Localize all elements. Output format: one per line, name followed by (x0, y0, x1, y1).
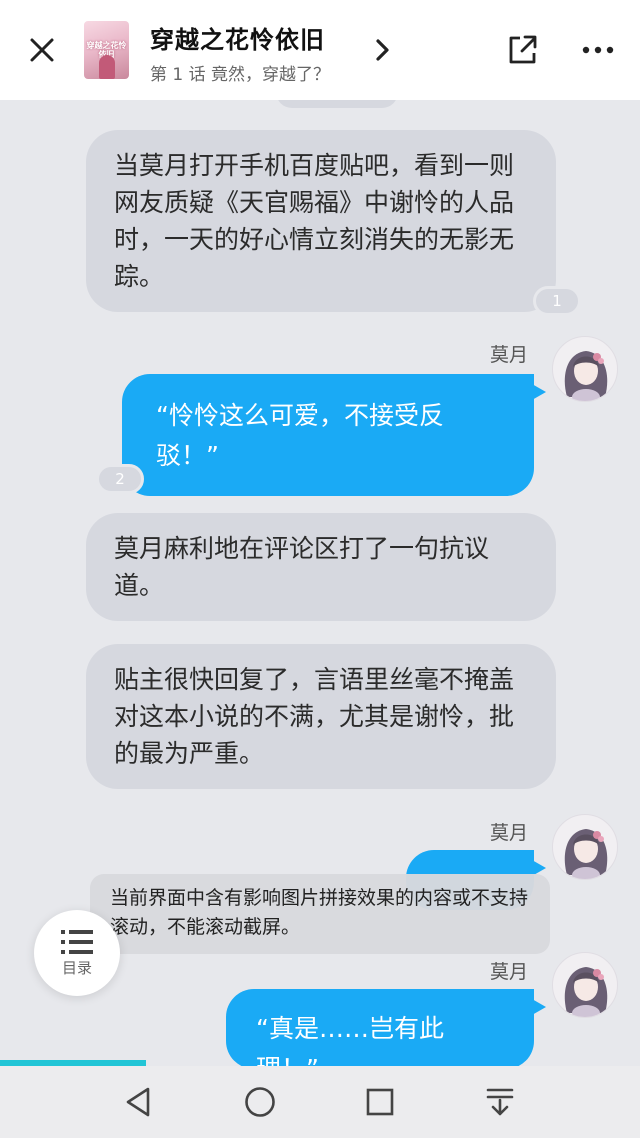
story-details-button[interactable] (368, 34, 396, 66)
message-text: “怜怜这么可爱，不接受反驳！” (156, 401, 444, 470)
avatar[interactable] (552, 814, 618, 880)
cover-figure (99, 55, 115, 79)
narration-bubble[interactable]: 当莫月打开手机百度贴吧，看到一则网友质疑《天官赐福》中谢怜的人品时，一天的好心情… (86, 130, 556, 312)
comment-count-badge[interactable]: 1 (533, 286, 581, 316)
girl-avatar-icon (564, 967, 608, 1017)
back-button[interactable] (116, 1080, 160, 1124)
toc-label: 目录 (61, 958, 92, 977)
message-text: “真是……岂有此理！” (256, 1014, 444, 1066)
comment-count: 1 (552, 292, 562, 310)
pull-down-icon (486, 1088, 514, 1116)
back-icon (126, 1087, 150, 1117)
bubble-tail (532, 384, 546, 400)
girl-avatar-icon (564, 351, 608, 401)
user-message-bubble[interactable]: “真是……岂有此理！” (226, 989, 546, 1066)
more-options-button[interactable] (578, 30, 618, 70)
partial-message-bubble (276, 100, 398, 108)
recents-icon (366, 1088, 394, 1116)
screenshot-toast: 当前界面中含有影响图片拼接效果的内容或不支持滚动，不能滚动截屏。 (90, 874, 550, 954)
message-text: 贴主很快回复了，言语里丝毫不掩盖对这本小说的不满，尤其是谢怜，批的最为严重。 (114, 665, 515, 768)
sender-name: 莫月 (490, 344, 529, 366)
message-text: 莫月麻利地在评论区打了一句抗议道。 (114, 534, 490, 600)
narration-bubble[interactable]: 贴主很快回复了，言语里丝毫不掩盖对这本小说的不满，尤其是谢怜，批的最为严重。 (86, 644, 556, 789)
narration-bubble[interactable]: 莫月麻利地在评论区打了一句抗议道。 (86, 513, 556, 621)
share-button[interactable] (502, 30, 542, 70)
share-icon (509, 35, 537, 64)
toc-button[interactable]: 目录 (34, 910, 120, 996)
system-navigation-bar (0, 1066, 640, 1138)
recents-button[interactable] (358, 1080, 402, 1124)
comment-count-badge[interactable]: 2 (96, 464, 144, 494)
user-message-bubble[interactable]: “怜怜这么可爱，不接受反驳！” (122, 374, 546, 496)
girl-avatar-icon (564, 829, 608, 879)
list-icon (61, 929, 93, 954)
sender-name: 莫月 (490, 822, 529, 844)
home-icon (245, 1087, 275, 1117)
top-bar: 穿越之花怜依旧 穿越之花怜依旧 第 1 话 竟然，穿越了？ (0, 0, 640, 100)
story-title[interactable]: 穿越之花怜依旧 (150, 20, 325, 55)
more-icon (582, 46, 614, 54)
toast-text: 当前界面中含有影响图片拼接效果的内容或不支持滚动，不能滚动截屏。 (110, 887, 529, 938)
close-button[interactable] (22, 30, 62, 70)
comment-count: 2 (115, 470, 125, 488)
home-button[interactable] (238, 1080, 282, 1124)
notification-pull-button[interactable] (478, 1080, 522, 1124)
avatar[interactable] (552, 336, 618, 402)
chapter-subtitle[interactable]: 第 1 话 竟然，穿越了？ (150, 60, 330, 85)
bubble-tail (532, 999, 546, 1015)
story-cover-image[interactable]: 穿越之花怜依旧 (84, 21, 129, 79)
message-text: 当莫月打开手机百度贴吧，看到一则网友质疑《天官赐福》中谢怜的人品时，一天的好心情… (114, 151, 515, 291)
sender-name: 莫月 (490, 961, 529, 983)
close-icon (30, 38, 54, 62)
chevron-right-icon (376, 39, 389, 61)
avatar[interactable] (552, 952, 618, 1018)
